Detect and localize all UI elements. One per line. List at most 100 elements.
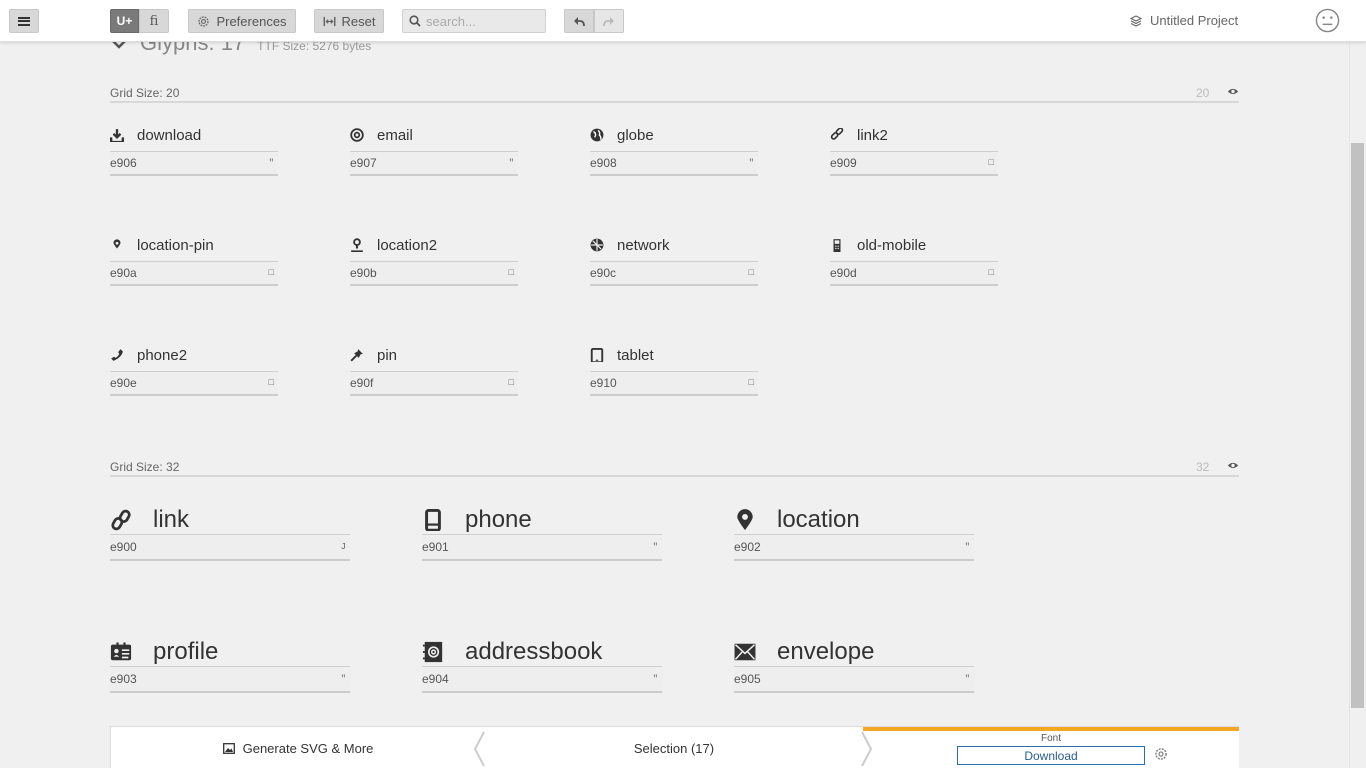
search-box[interactable] — [402, 9, 546, 33]
unicode-value[interactable]: e904 — [422, 672, 449, 686]
at-icon[interactable] — [350, 128, 377, 142]
unicode-field[interactable]: e907 ″ — [350, 151, 518, 176]
glyph-card-link[interactable]: link e900 J — [110, 504, 350, 561]
unicode-value[interactable]: e90a — [110, 266, 137, 280]
glyph-card-download[interactable]: download e906 ″ — [110, 125, 278, 176]
unicode-field[interactable]: e901 ″ — [422, 534, 662, 561]
glyph-name[interactable]: location — [777, 506, 860, 534]
search-input[interactable] — [426, 13, 536, 29]
globe-icon[interactable] — [590, 128, 617, 142]
glyph-name[interactable]: phone — [465, 506, 532, 534]
old-mobile-icon[interactable] — [830, 238, 857, 252]
download-button[interactable]: Download — [957, 746, 1145, 765]
gear-icon[interactable] — [1154, 747, 1168, 761]
unicode-value[interactable]: e901 — [422, 540, 449, 554]
address-book-icon[interactable] — [422, 641, 465, 663]
unicode-value[interactable]: e902 — [734, 540, 761, 554]
location-person-icon[interactable] — [350, 238, 377, 252]
glyph-card-pin[interactable]: pin e90f □ — [350, 345, 518, 396]
unicode-value[interactable]: e90b — [350, 266, 377, 280]
glyph-card-phone2[interactable]: phone2 e90e □ — [110, 345, 278, 396]
glyph-card-envelope[interactable]: envelope e905 ″ — [734, 636, 974, 693]
unicode-mode-button[interactable]: U+ — [110, 9, 139, 33]
glyph-card-profile[interactable]: profile e903 ″ — [110, 636, 350, 693]
glyph-name[interactable]: link2 — [857, 127, 888, 144]
glyph-card-tablet[interactable]: tablet e910 □ — [590, 345, 758, 396]
unicode-value[interactable]: e90d — [830, 266, 857, 280]
glyph-card-old-mobile[interactable]: old-mobile e90d □ — [830, 235, 998, 286]
redo-button[interactable] — [594, 9, 624, 33]
glyph-card-location2[interactable]: location2 e90b □ — [350, 235, 518, 286]
preferences-button[interactable]: Preferences — [188, 9, 296, 33]
unicode-field[interactable]: e910 □ — [590, 371, 758, 396]
selection-tab[interactable]: Selection (17) — [485, 727, 863, 768]
glyph-name[interactable]: email — [377, 127, 413, 144]
glyph-card-location-pin[interactable]: location-pin e90a □ — [110, 235, 278, 286]
eye-icon[interactable] — [1227, 87, 1239, 96]
glyph-name[interactable]: location2 — [377, 237, 437, 254]
unicode-field[interactable]: e90f □ — [350, 371, 518, 396]
download-icon[interactable] — [110, 128, 137, 142]
unicode-value[interactable]: e905 — [734, 672, 761, 686]
unicode-field[interactable]: e904 ″ — [422, 666, 662, 693]
unicode-field[interactable]: e902 ″ — [734, 534, 974, 561]
glyph-name[interactable]: pin — [377, 347, 397, 364]
unicode-field[interactable]: e90c □ — [590, 261, 758, 286]
unicode-value[interactable]: e90e — [110, 376, 137, 390]
unicode-value[interactable]: e910 — [590, 376, 617, 390]
generate-svg-button[interactable]: Generate SVG & More — [110, 727, 485, 768]
tablet-icon[interactable] — [590, 348, 617, 362]
unicode-field[interactable]: e906 ″ — [110, 151, 278, 176]
ligature-mode-button[interactable]: fi — [139, 9, 169, 33]
unicode-field[interactable]: e90b □ — [350, 261, 518, 286]
glyph-card-link2[interactable]: link2 e909 □ — [830, 125, 998, 176]
glyph-name[interactable]: network — [617, 237, 670, 254]
reset-button[interactable]: Reset — [314, 9, 384, 33]
glyph-name[interactable]: profile — [153, 638, 218, 666]
glyph-name[interactable]: globe — [617, 127, 654, 144]
glyph-name[interactable]: old-mobile — [857, 237, 926, 254]
glyph-name[interactable]: tablet — [617, 347, 654, 364]
envelope-icon[interactable] — [734, 641, 777, 663]
glyph-card-network[interactable]: network e90c □ — [590, 235, 758, 286]
main-menu-button[interactable] — [9, 9, 39, 33]
map-marker-icon[interactable] — [734, 509, 777, 531]
unicode-value[interactable]: e907 — [350, 156, 377, 170]
unicode-value[interactable]: e90f — [350, 376, 373, 390]
unicode-field[interactable]: e900 J — [110, 534, 350, 561]
unicode-field[interactable]: e90e □ — [110, 371, 278, 396]
glyph-name[interactable]: link — [153, 506, 189, 534]
glyph-card-email[interactable]: email e907 ″ — [350, 125, 518, 176]
unicode-value[interactable]: e909 — [830, 156, 857, 170]
unicode-value[interactable]: e900 — [110, 540, 137, 554]
phone-handset-icon[interactable] — [110, 348, 137, 362]
link-icon[interactable] — [830, 128, 857, 142]
unicode-value[interactable]: e906 — [110, 156, 137, 170]
glyph-card-phone[interactable]: phone e901 ″ — [422, 504, 662, 561]
eye-icon[interactable] — [1227, 461, 1239, 470]
undo-button[interactable] — [564, 9, 594, 33]
user-avatar-icon[interactable] — [1315, 8, 1340, 33]
scrollbar-thumb[interactable] — [1351, 143, 1364, 708]
font-tab[interactable]: Font Download — [863, 727, 1239, 768]
glyph-card-location[interactable]: location e902 ″ — [734, 504, 974, 561]
location-pin-icon[interactable] — [110, 238, 137, 252]
glyph-name[interactable]: phone2 — [137, 347, 187, 364]
unicode-field[interactable]: e903 ″ — [110, 666, 350, 693]
glyph-name[interactable]: location-pin — [137, 237, 214, 254]
id-card-icon[interactable] — [110, 641, 153, 663]
glyph-name[interactable]: download — [137, 127, 201, 144]
pushpin-icon[interactable] — [350, 348, 377, 362]
network-icon[interactable] — [590, 238, 617, 252]
project-selector[interactable]: Untitled Project — [1130, 13, 1238, 28]
glyph-card-globe[interactable]: globe e908 ″ — [590, 125, 758, 176]
unicode-field[interactable]: e90d □ — [830, 261, 998, 286]
chain-link-icon[interactable] — [110, 509, 153, 531]
unicode-field[interactable]: e909 □ — [830, 151, 998, 176]
mobile-phone-icon[interactable] — [422, 509, 465, 531]
glyph-name[interactable]: envelope — [777, 638, 874, 666]
unicode-field[interactable]: e90a □ — [110, 261, 278, 286]
unicode-value[interactable]: e903 — [110, 672, 137, 686]
unicode-value[interactable]: e908 — [590, 156, 617, 170]
unicode-field[interactable]: e908 ″ — [590, 151, 758, 176]
